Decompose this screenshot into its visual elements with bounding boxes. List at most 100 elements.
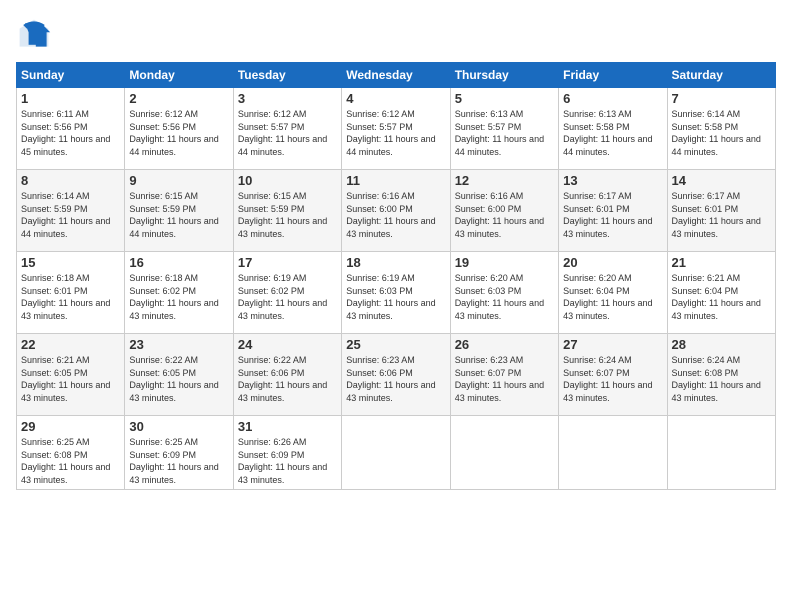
calendar-cell: 21 Sunrise: 6:21 AM Sunset: 6:04 PM Dayl… xyxy=(667,252,775,334)
logo-icon xyxy=(16,16,52,52)
day-number: 12 xyxy=(455,173,554,188)
calendar-cell: 1 Sunrise: 6:11 AM Sunset: 5:56 PM Dayli… xyxy=(17,88,125,170)
day-info: Sunrise: 6:21 AM Sunset: 6:05 PM Dayligh… xyxy=(21,354,120,404)
day-info: Sunrise: 6:16 AM Sunset: 6:00 PM Dayligh… xyxy=(455,190,554,240)
calendar-cell: 23 Sunrise: 6:22 AM Sunset: 6:05 PM Dayl… xyxy=(125,334,233,416)
day-info: Sunrise: 6:18 AM Sunset: 6:02 PM Dayligh… xyxy=(129,272,228,322)
day-number: 13 xyxy=(563,173,662,188)
day-info: Sunrise: 6:13 AM Sunset: 5:58 PM Dayligh… xyxy=(563,108,662,158)
day-info: Sunrise: 6:17 AM Sunset: 6:01 PM Dayligh… xyxy=(672,190,771,240)
day-number: 16 xyxy=(129,255,228,270)
day-info: Sunrise: 6:25 AM Sunset: 6:08 PM Dayligh… xyxy=(21,436,120,486)
day-number: 27 xyxy=(563,337,662,352)
header xyxy=(16,16,776,52)
calendar-cell: 17 Sunrise: 6:19 AM Sunset: 6:02 PM Dayl… xyxy=(233,252,341,334)
weekday-header: Saturday xyxy=(667,63,775,88)
day-number: 5 xyxy=(455,91,554,106)
day-info: Sunrise: 6:19 AM Sunset: 6:03 PM Dayligh… xyxy=(346,272,445,322)
calendar-cell: 24 Sunrise: 6:22 AM Sunset: 6:06 PM Dayl… xyxy=(233,334,341,416)
day-info: Sunrise: 6:15 AM Sunset: 5:59 PM Dayligh… xyxy=(129,190,228,240)
calendar-cell: 20 Sunrise: 6:20 AM Sunset: 6:04 PM Dayl… xyxy=(559,252,667,334)
day-number: 4 xyxy=(346,91,445,106)
calendar-cell: 29 Sunrise: 6:25 AM Sunset: 6:08 PM Dayl… xyxy=(17,416,125,490)
day-info: Sunrise: 6:16 AM Sunset: 6:00 PM Dayligh… xyxy=(346,190,445,240)
day-number: 7 xyxy=(672,91,771,106)
day-info: Sunrise: 6:20 AM Sunset: 6:04 PM Dayligh… xyxy=(563,272,662,322)
calendar-cell: 12 Sunrise: 6:16 AM Sunset: 6:00 PM Dayl… xyxy=(450,170,558,252)
day-number: 25 xyxy=(346,337,445,352)
calendar-cell: 30 Sunrise: 6:25 AM Sunset: 6:09 PM Dayl… xyxy=(125,416,233,490)
weekday-header: Sunday xyxy=(17,63,125,88)
calendar-cell: 3 Sunrise: 6:12 AM Sunset: 5:57 PM Dayli… xyxy=(233,88,341,170)
day-number: 6 xyxy=(563,91,662,106)
day-info: Sunrise: 6:23 AM Sunset: 6:06 PM Dayligh… xyxy=(346,354,445,404)
calendar-cell: 11 Sunrise: 6:16 AM Sunset: 6:00 PM Dayl… xyxy=(342,170,450,252)
calendar-cell: 15 Sunrise: 6:18 AM Sunset: 6:01 PM Dayl… xyxy=(17,252,125,334)
day-number: 15 xyxy=(21,255,120,270)
day-number: 10 xyxy=(238,173,337,188)
day-number: 23 xyxy=(129,337,228,352)
day-info: Sunrise: 6:14 AM Sunset: 5:58 PM Dayligh… xyxy=(672,108,771,158)
day-number: 29 xyxy=(21,419,120,434)
day-info: Sunrise: 6:14 AM Sunset: 5:59 PM Dayligh… xyxy=(21,190,120,240)
day-info: Sunrise: 6:18 AM Sunset: 6:01 PM Dayligh… xyxy=(21,272,120,322)
calendar-cell: 10 Sunrise: 6:15 AM Sunset: 5:59 PM Dayl… xyxy=(233,170,341,252)
day-number: 21 xyxy=(672,255,771,270)
calendar-cell xyxy=(450,416,558,490)
day-number: 8 xyxy=(21,173,120,188)
day-info: Sunrise: 6:12 AM Sunset: 5:57 PM Dayligh… xyxy=(238,108,337,158)
day-number: 18 xyxy=(346,255,445,270)
day-number: 1 xyxy=(21,91,120,106)
day-number: 28 xyxy=(672,337,771,352)
day-number: 17 xyxy=(238,255,337,270)
calendar-cell: 7 Sunrise: 6:14 AM Sunset: 5:58 PM Dayli… xyxy=(667,88,775,170)
day-info: Sunrise: 6:13 AM Sunset: 5:57 PM Dayligh… xyxy=(455,108,554,158)
weekday-header: Thursday xyxy=(450,63,558,88)
day-number: 20 xyxy=(563,255,662,270)
day-info: Sunrise: 6:11 AM Sunset: 5:56 PM Dayligh… xyxy=(21,108,120,158)
day-number: 3 xyxy=(238,91,337,106)
day-number: 19 xyxy=(455,255,554,270)
calendar-cell: 31 Sunrise: 6:26 AM Sunset: 6:09 PM Dayl… xyxy=(233,416,341,490)
day-info: Sunrise: 6:25 AM Sunset: 6:09 PM Dayligh… xyxy=(129,436,228,486)
day-number: 11 xyxy=(346,173,445,188)
calendar-cell: 22 Sunrise: 6:21 AM Sunset: 6:05 PM Dayl… xyxy=(17,334,125,416)
calendar-cell: 14 Sunrise: 6:17 AM Sunset: 6:01 PM Dayl… xyxy=(667,170,775,252)
weekday-header: Wednesday xyxy=(342,63,450,88)
logo xyxy=(16,16,56,52)
calendar-cell: 6 Sunrise: 6:13 AM Sunset: 5:58 PM Dayli… xyxy=(559,88,667,170)
day-info: Sunrise: 6:12 AM Sunset: 5:56 PM Dayligh… xyxy=(129,108,228,158)
calendar-cell: 18 Sunrise: 6:19 AM Sunset: 6:03 PM Dayl… xyxy=(342,252,450,334)
calendar-body: 1 Sunrise: 6:11 AM Sunset: 5:56 PM Dayli… xyxy=(17,88,776,490)
day-number: 30 xyxy=(129,419,228,434)
day-info: Sunrise: 6:21 AM Sunset: 6:04 PM Dayligh… xyxy=(672,272,771,322)
calendar-header-row: SundayMondayTuesdayWednesdayThursdayFrid… xyxy=(17,63,776,88)
calendar-cell: 19 Sunrise: 6:20 AM Sunset: 6:03 PM Dayl… xyxy=(450,252,558,334)
day-number: 9 xyxy=(129,173,228,188)
day-info: Sunrise: 6:20 AM Sunset: 6:03 PM Dayligh… xyxy=(455,272,554,322)
calendar-cell: 2 Sunrise: 6:12 AM Sunset: 5:56 PM Dayli… xyxy=(125,88,233,170)
day-info: Sunrise: 6:22 AM Sunset: 6:05 PM Dayligh… xyxy=(129,354,228,404)
calendar-cell: 25 Sunrise: 6:23 AM Sunset: 6:06 PM Dayl… xyxy=(342,334,450,416)
day-info: Sunrise: 6:26 AM Sunset: 6:09 PM Dayligh… xyxy=(238,436,337,486)
day-number: 22 xyxy=(21,337,120,352)
calendar-cell xyxy=(342,416,450,490)
day-info: Sunrise: 6:15 AM Sunset: 5:59 PM Dayligh… xyxy=(238,190,337,240)
day-info: Sunrise: 6:12 AM Sunset: 5:57 PM Dayligh… xyxy=(346,108,445,158)
weekday-header: Monday xyxy=(125,63,233,88)
calendar-cell: 26 Sunrise: 6:23 AM Sunset: 6:07 PM Dayl… xyxy=(450,334,558,416)
calendar-cell: 9 Sunrise: 6:15 AM Sunset: 5:59 PM Dayli… xyxy=(125,170,233,252)
calendar-cell: 13 Sunrise: 6:17 AM Sunset: 6:01 PM Dayl… xyxy=(559,170,667,252)
weekday-header: Friday xyxy=(559,63,667,88)
day-info: Sunrise: 6:22 AM Sunset: 6:06 PM Dayligh… xyxy=(238,354,337,404)
day-info: Sunrise: 6:17 AM Sunset: 6:01 PM Dayligh… xyxy=(563,190,662,240)
day-info: Sunrise: 6:19 AM Sunset: 6:02 PM Dayligh… xyxy=(238,272,337,322)
calendar-cell: 16 Sunrise: 6:18 AM Sunset: 6:02 PM Dayl… xyxy=(125,252,233,334)
day-info: Sunrise: 6:23 AM Sunset: 6:07 PM Dayligh… xyxy=(455,354,554,404)
page: SundayMondayTuesdayWednesdayThursdayFrid… xyxy=(0,0,792,612)
calendar-cell: 27 Sunrise: 6:24 AM Sunset: 6:07 PM Dayl… xyxy=(559,334,667,416)
day-info: Sunrise: 6:24 AM Sunset: 6:08 PM Dayligh… xyxy=(672,354,771,404)
calendar-table: SundayMondayTuesdayWednesdayThursdayFrid… xyxy=(16,62,776,490)
weekday-header: Tuesday xyxy=(233,63,341,88)
day-number: 31 xyxy=(238,419,337,434)
